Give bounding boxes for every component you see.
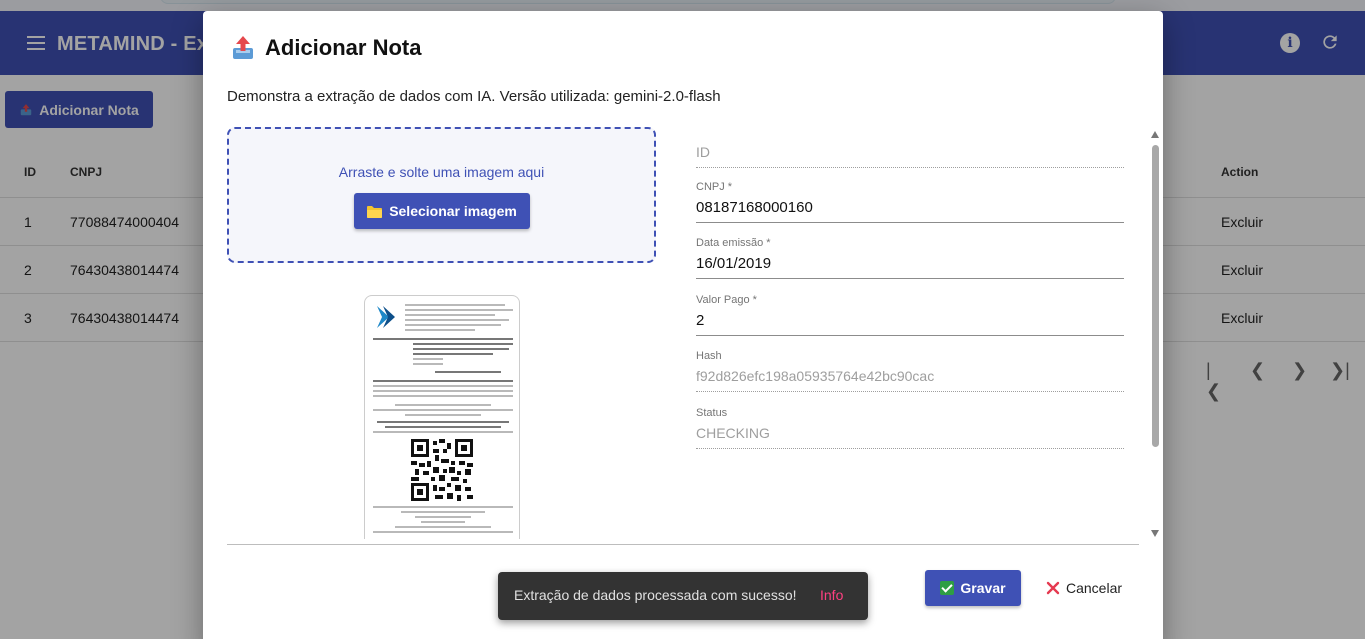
content-divider [227,544,1139,545]
save-label: Gravar [960,580,1006,596]
issue-date-field[interactable]: Data emissão * 16/01/2019 [696,237,1124,279]
amount-paid-label: Valor Pago * [696,294,757,306]
hash-value: f92d826efc198a05935764e42bc90cac [696,368,935,384]
issue-date-input[interactable]: 16/01/2019 [696,255,1124,275]
cnpj-input[interactable]: 08187168000160 [696,199,1124,219]
status-label: Status [696,407,728,419]
qr-code [411,439,473,501]
close-icon [1046,581,1060,595]
status-value: CHECKING [696,425,770,441]
dialog-title: Adicionar Nota [265,35,422,60]
hash-label: Hash [696,350,722,362]
amount-paid-field[interactable]: Valor Pago * 2 [696,294,1124,336]
hash-field: Hash f92d826efc198a05935764e42bc90cac [696,350,1124,392]
select-image-label: Selecionar imagem [389,203,517,219]
save-button[interactable]: Gravar [925,570,1021,606]
folder-icon [367,205,383,218]
image-dropzone[interactable]: Arraste e solte uma imagem aqui Selecion… [227,127,656,263]
dialog-header: Adicionar Nota [231,35,421,61]
snackbar: Extração de dados processada com sucesso… [498,572,868,620]
snackbar-message: Extração de dados processada com sucesso… [514,587,797,603]
scroll-up-icon[interactable] [1151,131,1159,138]
id-field[interactable]: ID [696,144,1124,168]
scroll-down-icon[interactable] [1151,530,1159,537]
amount-paid-input[interactable]: 2 [696,312,1124,332]
cnpj-field[interactable]: CNPJ * 08187168000160 [696,181,1124,223]
upload-icon [233,36,253,59]
receipt-preview-image [364,295,520,539]
select-image-button[interactable]: Selecionar imagem [354,193,530,229]
cancel-label: Cancelar [1065,580,1123,596]
cancel-button[interactable]: Cancelar [1039,570,1129,606]
scroll-thumb[interactable] [1152,145,1159,447]
logo-icon [377,306,395,328]
dialog-description: Demonstra a extração de dados com IA. Ve… [227,88,721,105]
dropzone-text: Arraste e solte uma imagem aqui [338,164,545,180]
id-placeholder: ID [696,144,710,160]
add-note-dialog: Adicionar Nota Demonstra a extração de d… [203,11,1163,639]
cnpj-label: CNPJ * [696,181,733,193]
issue-date-label: Data emissão * [696,237,771,249]
check-icon [940,581,955,595]
status-field: Status CHECKING [696,407,1124,449]
snackbar-info-button[interactable]: Info [820,587,843,603]
form-scrollbar[interactable] [1149,129,1161,539]
